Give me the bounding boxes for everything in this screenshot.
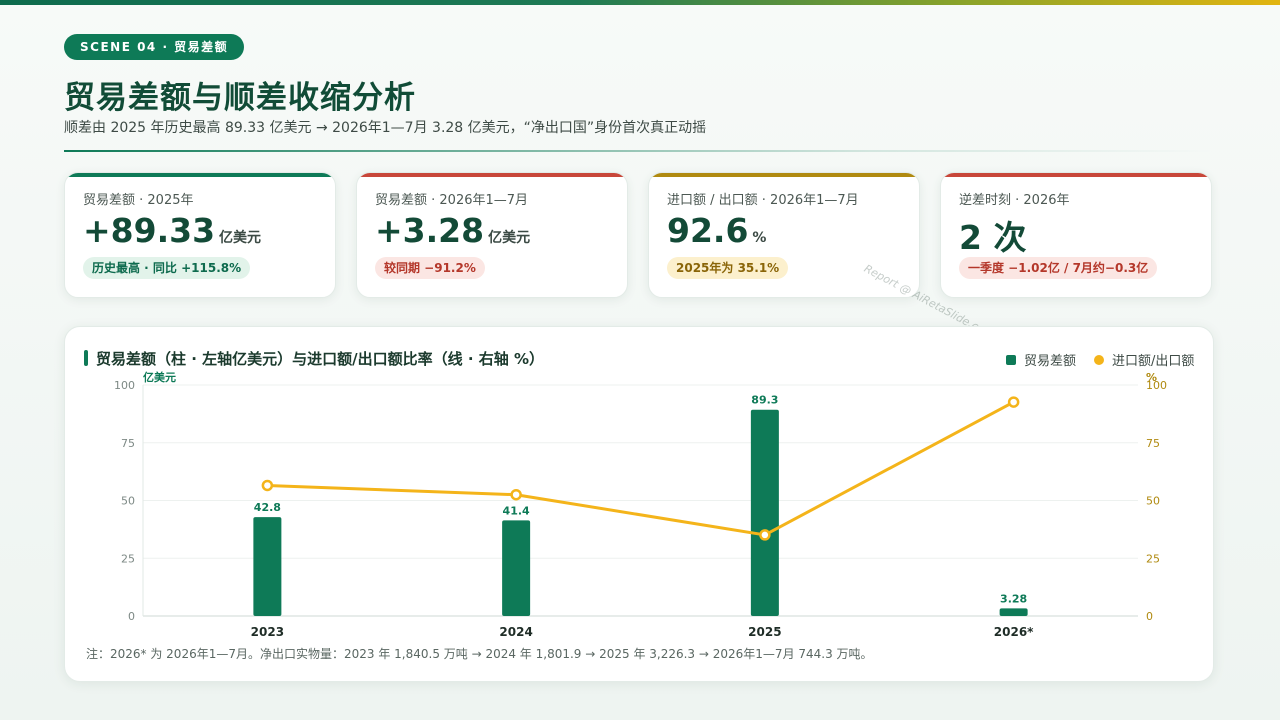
scene-label: SCENE 04 · 贸易差额 — [64, 34, 245, 60]
y-tick-label-left: 25 — [121, 552, 135, 565]
line-import-export-ratio — [267, 400, 1015, 537]
y-tick-label-right: 0 — [1146, 610, 1153, 623]
y-axis-unit-right: % — [1146, 371, 1157, 384]
y-tick-label-left: 100 — [114, 379, 135, 392]
bar-data-label: 89.3 — [751, 394, 778, 407]
kpi-label: 进口额 / 出口额 · 2026年1—7月 — [667, 193, 859, 208]
footnote: 注：2026* 为 2026年1—7月。净出口实物量：2023 年 1,840.… — [86, 647, 873, 661]
kpi-value: +3.28 亿美元 — [375, 211, 530, 250]
kpi-number: +3.28 — [375, 211, 485, 250]
kpi-tag: 历史最高 · 同比 +115.8% — [83, 257, 251, 279]
kpi-accent-bar — [65, 173, 335, 177]
kpi-accent-bar — [357, 173, 627, 177]
kpi-unit: 亿美元 — [219, 230, 262, 246]
y-tick-label-right: 75 — [1146, 437, 1160, 450]
page-title: 贸易差额与顺差收缩分析 — [64, 80, 416, 116]
bar-trade-balance — [750, 409, 779, 616]
line-point-import-export-ratio — [261, 479, 274, 492]
kpi-value: +89.33 亿美元 — [83, 211, 261, 250]
line-point-import-export-ratio — [759, 529, 771, 541]
y-tick-label-right: 25 — [1146, 552, 1160, 565]
y-tick-label-right: 50 — [1146, 495, 1160, 508]
kpi-accent-bar — [941, 173, 1211, 177]
y-tick-label-left: 50 — [121, 495, 135, 508]
line-point-import-export-ratio — [510, 488, 522, 501]
y-tick-label-left: 0 — [128, 610, 135, 623]
bar-trade-balance — [253, 517, 282, 616]
bar-trade-balance — [999, 608, 1028, 616]
bar-data-label: 42.8 — [254, 501, 281, 514]
kpi-number: +89.33 — [83, 211, 216, 250]
kpi-value: 2 次 — [959, 211, 1030, 259]
x-tick-label: 2025 — [748, 625, 781, 639]
kpi-value: 92.6% — [667, 211, 766, 250]
kpi-label: 逆差时刻 · 2026年 — [959, 193, 1070, 208]
top-accent-bar — [0, 0, 1280, 5]
kpi-card-deficit-moments: 逆差时刻 · 2026年 2 次 一季度 −1.02亿 / 7月约−0.3亿 — [940, 172, 1212, 298]
x-tick-label: 2024 — [499, 625, 532, 639]
bar-data-label: 41.4 — [503, 504, 530, 517]
x-tick-label: 2026* — [994, 625, 1034, 639]
kpi-card-trade-balance-2026: 贸易差额 · 2026年1—7月 +3.28 亿美元 较同期 −91.2% — [356, 172, 628, 298]
kpi-accent-bar — [649, 173, 919, 177]
title-divider — [64, 150, 1214, 152]
kpi-tag: 2025年为 35.1% — [667, 257, 789, 279]
page-subtitle: 顺差由 2025 年历史最高 89.33 亿美元 → 2026年1—7月 3.2… — [64, 120, 707, 136]
y-axis-unit-left: 亿美元 — [143, 370, 176, 384]
kpi-tag: 较同期 −91.2% — [375, 257, 485, 279]
kpi-label: 贸易差额 · 2025年 — [83, 193, 194, 208]
bar-data-label: 3.28 — [1000, 592, 1027, 605]
kpi-unit: 亿美元 — [488, 230, 531, 246]
kpi-number: 92.6 — [667, 211, 749, 250]
line-point-import-export-ratio — [1007, 396, 1020, 408]
x-tick-label: 2023 — [251, 625, 284, 639]
kpi-tag: 一季度 −1.02亿 / 7月约−0.3亿 — [959, 257, 1158, 279]
kpi-number: 2 次 — [959, 218, 1027, 257]
bar-trade-balance — [502, 520, 531, 616]
kpi-label: 贸易差额 · 2026年1—7月 — [375, 193, 529, 208]
y-tick-label-left: 75 — [121, 437, 135, 450]
kpi-card-trade-balance-2025: 贸易差额 · 2025年 +89.33 亿美元 历史最高 · 同比 +115.8% — [64, 172, 336, 298]
trade-balance-chart: 02550751000255075100亿美元 %42.8 41.489.33.28… — [114, 370, 1167, 639]
kpi-unit: % — [752, 230, 767, 246]
